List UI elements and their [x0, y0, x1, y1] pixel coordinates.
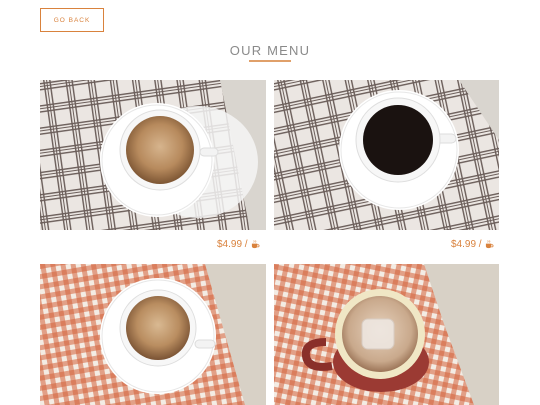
- menu-item-photo-iced-drink[interactable]: [274, 264, 499, 405]
- iced-drink-photo: [274, 264, 499, 405]
- title-divider: [249, 60, 291, 62]
- menu-item-photo-latte[interactable]: [40, 80, 266, 230]
- menu-item-photo-black-coffee[interactable]: [274, 80, 499, 230]
- go-back-button[interactable]: GO BACK: [40, 8, 104, 32]
- menu-item-photo-latte-gingham[interactable]: [40, 264, 266, 405]
- latte-photo: [40, 80, 266, 230]
- page-title: OUR MENU: [229, 42, 311, 58]
- menu-item-price: $4.99 /: [217, 239, 260, 250]
- menu-item-price: $4.99 /: [451, 239, 494, 250]
- coffee-cup-icon: [251, 240, 260, 249]
- black-coffee-photo: [274, 80, 499, 230]
- latte-gingham-photo: [40, 264, 266, 405]
- coffee-cup-icon: [485, 240, 494, 249]
